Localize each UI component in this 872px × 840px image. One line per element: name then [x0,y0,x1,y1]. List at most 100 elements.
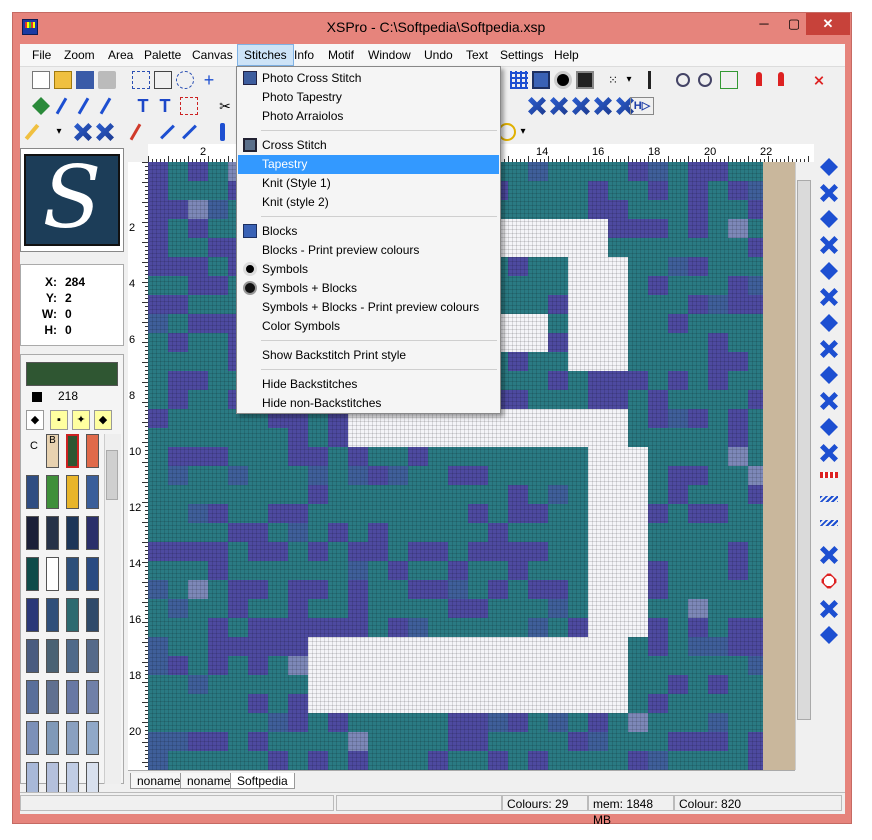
stitch-x-4-icon[interactable] [594,97,612,115]
menu-info[interactable]: Info [288,44,320,66]
double-arrow-icon[interactable] [820,444,838,462]
palette-swatch[interactable] [86,434,99,468]
menu-item-knit-style-1[interactable]: Knit (Style 1) [238,174,499,193]
palette-swatch[interactable] [46,762,59,796]
star-tool-icon[interactable]: ✦ [72,410,90,430]
spark-stitch-icon[interactable] [820,340,838,358]
stitch-x-3-icon[interactable] [572,97,590,115]
menu-settings[interactable]: Settings [494,44,549,66]
menu-item-blocks[interactable]: Blocks [238,222,499,241]
minimize-button[interactable]: ─ [750,13,778,35]
arrow-stitch-icon[interactable] [820,366,838,384]
edit-select-icon[interactable] [154,71,172,89]
menu-stitches[interactable]: Stitches [237,44,294,66]
current-color-bar[interactable] [26,362,118,386]
palette-swatch[interactable] [66,762,79,796]
stitch-x-2-icon[interactable] [550,97,568,115]
zoom-in-icon[interactable] [676,73,690,87]
palette-swatch[interactable] [66,557,79,591]
highlight-tool-icon[interactable]: ▪ [50,410,68,430]
stitch-tapestry-icon[interactable] [510,71,528,89]
diagonal-stitch-2-icon[interactable] [182,124,197,140]
palette-swatch[interactable] [86,598,99,632]
palette-swatch[interactable] [46,680,59,714]
menu-item-hide-non-backstitches[interactable]: Hide non-Backstitches [238,394,499,413]
palette-swatch[interactable] [26,721,39,755]
print-icon[interactable] [98,71,116,89]
palette-swatch[interactable] [26,639,39,673]
palette-swatch[interactable] [66,639,79,673]
diagonal-line-icon[interactable] [820,210,838,228]
symbols-view-icon[interactable] [554,71,572,89]
palette-swatch[interactable] [46,516,59,550]
hash-stitch-icon[interactable] [820,288,838,306]
document-tab[interactable]: noname [130,773,188,789]
new-file-icon[interactable] [32,71,50,89]
menu-item-symbols[interactable]: Symbols [238,260,499,279]
text-box-icon[interactable] [180,97,198,115]
menu-item-color-symbols[interactable]: Color Symbols [238,317,499,336]
arrow-diagonal-icon[interactable] [820,546,838,564]
needle-3-icon[interactable] [99,97,112,115]
menu-file[interactable]: File [26,44,57,66]
needle-2-icon[interactable] [77,97,90,115]
palette-swatch[interactable] [66,598,79,632]
zoom-out-icon[interactable] [698,73,712,87]
chevron-down-icon[interactable]: ▾ [620,71,638,89]
palette-swatch[interactable] [66,434,79,468]
pin-icon[interactable] [756,72,762,86]
menu-canvas[interactable]: Canvas [186,44,239,66]
text-tool-icon[interactable]: T [134,97,152,115]
vertical-stitch-icon[interactable] [220,123,225,141]
menu-zoom[interactable]: Zoom [58,44,101,66]
menu-item-symbols-blocks[interactable]: Symbols + Blocks [238,279,499,298]
needle-icon[interactable] [55,97,68,115]
palette-tab-c[interactable]: C [30,440,38,452]
diamond-stitch-icon[interactable] [820,184,838,202]
palette-swatch[interactable] [26,680,39,714]
palette-swatch[interactable] [46,721,59,755]
symbols-blocks-view-icon[interactable] [576,71,594,89]
crosshair-icon[interactable]: + [200,71,218,89]
palette-swatch[interactable] [66,680,79,714]
diamond-icon[interactable]: ◆ [26,410,44,430]
menu-item-symbols-blocks-print-preview-colours[interactable]: Symbols + Blocks - Print preview colours [238,298,499,317]
menu-item-hide-backstitches[interactable]: Hide Backstitches [238,375,499,394]
palette-swatch[interactable] [86,762,99,796]
maximize-button[interactable]: ▢ [780,13,808,35]
preview-thumbnail[interactable]: S [24,154,120,246]
diamond-2-icon[interactable]: ◆ [94,410,112,430]
document-tab[interactable]: Softpedia [230,773,295,789]
palette-swatch[interactable] [66,721,79,755]
palette-swatch[interactable] [86,721,99,755]
menu-text[interactable]: Text [460,44,494,66]
menu-window[interactable]: Window [362,44,417,66]
palette-swatch[interactable] [86,680,99,714]
palette-swatch[interactable] [86,639,99,673]
scissors-icon[interactable]: ✂ [216,97,234,115]
hatch-stitch-icon[interactable] [820,600,838,618]
cross-stitch-tool-icon[interactable] [74,123,92,141]
menu-item-knit-style-2[interactable]: Knit (style 2) [238,193,499,212]
menu-area[interactable]: Area [102,44,139,66]
half-cross-tool-icon[interactable] [96,123,114,141]
lasso-select-icon[interactable] [176,71,194,89]
save-icon[interactable] [76,71,94,89]
wave-stitch-2-icon[interactable] [820,520,838,526]
palette-swatch[interactable] [86,516,99,550]
zoom-fit-icon[interactable] [720,71,738,89]
plus-stitch-icon[interactable] [820,418,838,436]
arrow-down-stitch-icon[interactable] [820,158,838,176]
palette-swatch[interactable] [46,557,59,591]
palette-swatch[interactable] [46,598,59,632]
menu-item-photo-cross-stitch[interactable]: Photo Cross Stitch [238,69,499,88]
palette-swatch[interactable] [66,516,79,550]
palette-swatch[interactable]: B [46,434,59,468]
palette-swatch[interactable] [26,598,39,632]
document-tab[interactable]: noname [180,773,238,789]
palette-swatch[interactable] [26,475,39,509]
palette-swatch[interactable] [86,557,99,591]
open-folder-icon[interactable] [54,71,72,89]
vertical-scroll-thumb[interactable] [797,180,811,720]
clear-icon[interactable]: ⨯ [810,71,828,89]
